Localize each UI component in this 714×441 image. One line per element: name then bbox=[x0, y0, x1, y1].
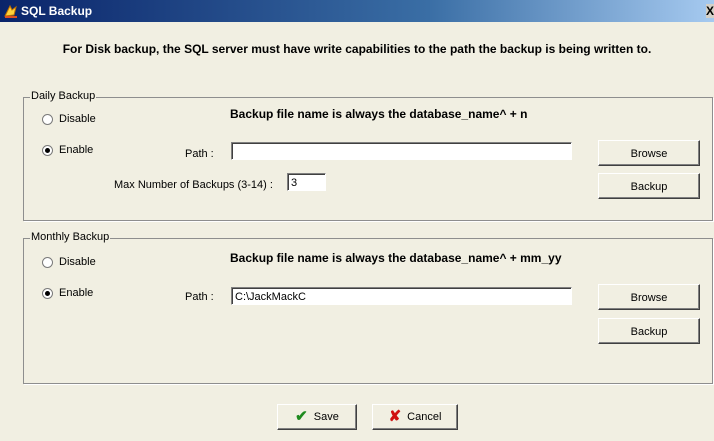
daily-path-input[interactable] bbox=[231, 142, 572, 160]
monthly-filename-note: Backup file name is always the database_… bbox=[230, 251, 562, 265]
radio-circle bbox=[42, 256, 53, 268]
monthly-backup-legend: Monthly Backup bbox=[30, 231, 111, 243]
monthly-enable-radio[interactable]: Enable bbox=[42, 287, 93, 299]
daily-backup-legend: Daily Backup bbox=[30, 90, 97, 102]
save-label: Save bbox=[313, 411, 339, 423]
check-icon: ✔ bbox=[295, 408, 308, 425]
daily-backup-button[interactable]: Backup bbox=[598, 173, 700, 199]
app-icon bbox=[4, 4, 17, 18]
daily-browse-button[interactable]: Browse bbox=[598, 140, 700, 166]
daily-enable-label: Enable bbox=[59, 144, 94, 156]
save-button[interactable]: ✔ Save bbox=[277, 404, 357, 430]
daily-filename-note: Backup file name is always the database_… bbox=[230, 107, 528, 121]
cancel-button[interactable]: ✘ Cancel bbox=[372, 404, 458, 430]
title-bar: SQL Backup X bbox=[0, 0, 714, 22]
monthly-disable-label: Disable bbox=[59, 256, 96, 268]
header-note: For Disk backup, the SQL server must hav… bbox=[62, 42, 652, 56]
monthly-browse-button[interactable]: Browse bbox=[598, 284, 700, 310]
daily-max-backups-label: Max Number of Backups (3-14) : bbox=[114, 179, 273, 191]
radio-circle-selected bbox=[42, 287, 53, 299]
daily-disable-label: Disable bbox=[59, 113, 96, 125]
monthly-backup-button[interactable]: Backup bbox=[598, 318, 700, 344]
daily-max-backups-input[interactable]: 3 bbox=[287, 173, 326, 191]
monthly-enable-label: Enable bbox=[59, 287, 94, 299]
daily-path-label: Path : bbox=[185, 148, 214, 160]
radio-circle-selected bbox=[42, 144, 53, 156]
x-icon: ✘ bbox=[388, 408, 402, 425]
radio-circle bbox=[42, 113, 53, 125]
monthly-path-input[interactable]: C:\JackMackC bbox=[231, 287, 572, 305]
close-button[interactable]: X bbox=[706, 4, 714, 18]
monthly-path-label: Path : bbox=[185, 291, 214, 303]
window-title: SQL Backup bbox=[21, 4, 93, 18]
daily-enable-radio[interactable]: Enable bbox=[42, 144, 93, 156]
cancel-label: Cancel bbox=[407, 411, 442, 423]
monthly-disable-radio[interactable]: Disable bbox=[42, 256, 96, 268]
daily-disable-radio[interactable]: Disable bbox=[42, 113, 96, 125]
